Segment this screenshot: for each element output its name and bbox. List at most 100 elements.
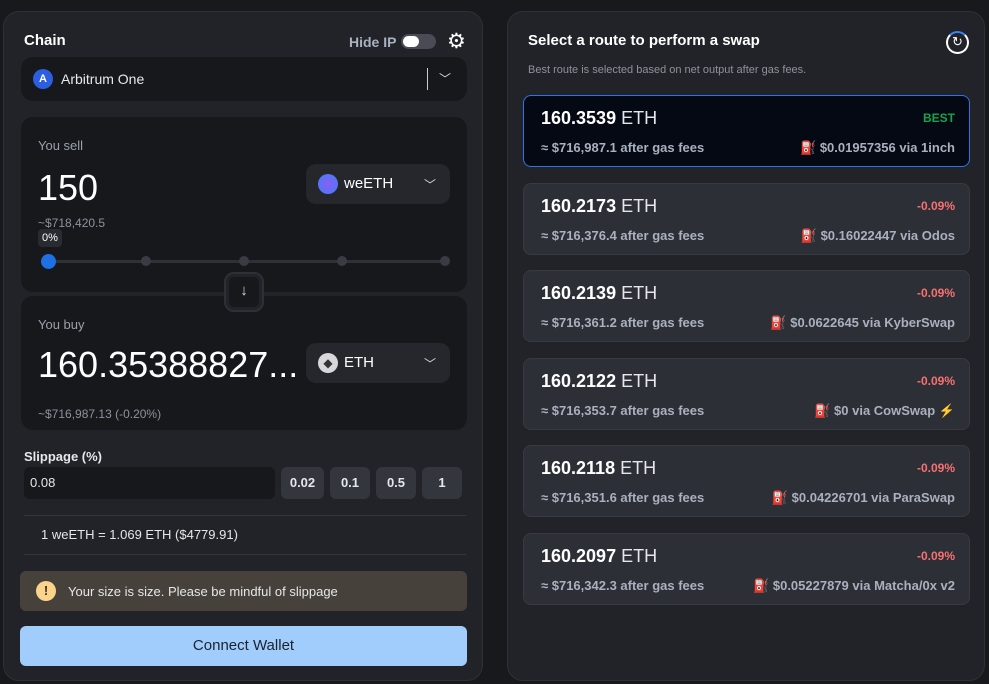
route-via: $0.05227879 via Matcha/0x v2 (772, 578, 955, 593)
route-via: $0.16022447 via Odos (820, 227, 955, 243)
slippage-warning: ! Your size is size. Please be mindful o… (20, 571, 467, 611)
slippage-input[interactable]: 0.08 (24, 467, 275, 499)
route-gas: ⛽ $0 via CowSwap ⚡ (814, 403, 955, 419)
buy-amount: 160.35388827... (38, 344, 299, 385)
route-tag: -0.09% (916, 549, 955, 563)
gas-pump-icon: ⛽ (814, 402, 831, 418)
connect-wallet-button[interactable]: Connect Wallet (20, 626, 467, 666)
route-card[interactable]: 160.2173 ETH -0.09% ≈ $716,376.4 after g… (523, 182, 970, 255)
route-via: $0.04226701 via ParaSwap (791, 490, 955, 506)
sell-usd: ~$718,420.5 (38, 216, 106, 230)
route-card[interactable]: 160.2139 ETH -0.09% ≈ $716,361.2 after g… (523, 270, 970, 343)
route-usd: ≈ $716,361.2 after gas fees (541, 315, 705, 331)
route-gas: ⛽ $0.0622645 via KyberSwap (770, 315, 955, 331)
route-gas: ⛽ $0.05227879 via Matcha/0x v2 (753, 578, 955, 594)
swap-panel: Chain Hide IP ⚙ A Arbitrum One ﹀ You sel… (3, 11, 483, 681)
slider-mark-25[interactable] (141, 256, 151, 266)
route-tag: -0.09% (916, 286, 955, 301)
slippage-preset-0.1[interactable]: 0.1 (330, 467, 370, 499)
route-amount-value: 160.2173 (541, 195, 617, 216)
hide-ip-label: Hide IP (349, 34, 397, 50)
route-amount-value: 160.2139 (541, 283, 617, 304)
chevron-down-icon: ﹀ (439, 72, 452, 86)
route-usd: ≈ $716,342.3 after gas fees (541, 578, 705, 593)
route-card[interactable]: 160.3539 ETH BEST ≈ $716,987.1 after gas… (523, 95, 970, 167)
slider-tooltip: 0% (38, 229, 62, 247)
chain-label: Chain (24, 32, 66, 49)
refresh-icon[interactable]: ↻ (946, 31, 969, 54)
route-usd: ≈ $716,376.4 after gas fees (541, 227, 705, 243)
slippage-preset-0.5[interactable]: 0.5 (376, 467, 416, 499)
route-amount: 160.2097 ETH (541, 546, 657, 567)
route-usd: ≈ $716,351.6 after gas fees (541, 490, 705, 506)
buy-box: You buy 160.35388827... ◆ ETH ﹀ ~$716,98… (21, 296, 467, 430)
warning-text: Your size is size. Please be mindful of … (68, 584, 338, 599)
slider-mark-50[interactable] (239, 256, 249, 266)
divider (24, 554, 466, 555)
route-gas: ⛽ $0.01957356 via 1inch (800, 140, 955, 156)
hide-ip-toggle[interactable] (401, 34, 436, 49)
gas-pump-icon: ⛽ (753, 578, 770, 593)
sell-token-select[interactable]: weETH ﹀ (306, 164, 450, 204)
route-amount: 160.2139 ETH (541, 283, 657, 304)
gear-icon[interactable]: ⚙ (447, 29, 466, 54)
route-via: $0.01957356 via 1inch (819, 140, 955, 155)
route-gas: ⛽ $0.16022447 via Odos (801, 228, 955, 244)
slider-mark-75[interactable] (337, 256, 347, 266)
route-amount: 160.2118 ETH (541, 458, 656, 479)
buy-token-name: ETH (344, 354, 374, 371)
divider (24, 515, 466, 516)
gas-pump-icon: ⛽ (800, 227, 817, 243)
slider-mark-100[interactable] (440, 256, 450, 266)
gas-pump-icon: ⛽ (771, 490, 789, 506)
sell-box: You sell 150 weETH ﹀ ~$718,420.5 0% (21, 117, 467, 292)
eth-icon: ◆ (318, 353, 338, 373)
route-tag: -0.09% (916, 198, 955, 213)
route-card[interactable]: 160.2122 ETH -0.09% ≈ $716,353.7 after g… (523, 357, 970, 430)
warning-icon: ! (36, 581, 56, 601)
chevron-down-icon: ﹀ (424, 178, 437, 192)
route-unit: ETH (621, 195, 658, 216)
sell-amount-input[interactable]: 150 (38, 167, 98, 209)
route-amount: 160.2122 ETH (541, 371, 657, 392)
slippage-preset-0.02[interactable]: 0.02 (281, 467, 324, 499)
chevron-down-icon: ﹀ (424, 357, 437, 371)
sell-token-name: weETH (344, 175, 394, 192)
route-usd: ≈ $716,987.1 after gas fees (541, 140, 705, 155)
slippage-label: Slippage (%) (24, 449, 103, 464)
route-via: $0 via CowSwap (834, 402, 936, 418)
gas-pump-icon: ⛽ (800, 140, 817, 155)
route-tag: BEST (922, 111, 955, 125)
divider (427, 68, 428, 90)
slippage-preset-1[interactable]: 1 (422, 467, 462, 499)
swap-direction-button[interactable]: ↓ (224, 272, 264, 312)
route-unit: ETH (620, 458, 657, 479)
route-card[interactable]: 160.2118 ETH -0.09% ≈ $716,351.6 after g… (523, 445, 970, 518)
route-amount-value: 160.2118 (541, 458, 616, 479)
buy-usd: ~$716,987.13 (-0.20%) (38, 407, 162, 421)
route-card[interactable]: 160.2097 ETH -0.09% ≈ $716,342.3 after g… (523, 533, 970, 605)
route-unit: ETH (621, 370, 658, 391)
route-amount: 160.3539 ETH (541, 108, 657, 129)
route-gas: ⛽ $0.04226701 via ParaSwap (772, 490, 955, 506)
chain-select[interactable]: A Arbitrum One ﹀ (21, 57, 467, 101)
route-amount-value: 160.3539 (541, 108, 617, 128)
arbitrum-icon: A (33, 69, 53, 89)
weeth-icon (318, 174, 338, 194)
route-via: $0.0622645 via KyberSwap (790, 315, 955, 331)
slider-thumb[interactable] (41, 254, 56, 269)
exchange-rate: 1 weETH = 1.069 ETH ($4779.91) (41, 527, 238, 542)
route-amount-value: 160.2122 (541, 370, 617, 391)
routes-panel: Select a route to perform a swap ↻ Best … (507, 11, 985, 681)
chain-name: Arbitrum One (61, 71, 145, 87)
buy-token-select[interactable]: ◆ ETH ﹀ (306, 343, 450, 383)
route-unit: ETH (621, 546, 658, 566)
route-amount-value: 160.2097 (541, 546, 617, 566)
route-tag: -0.09% (916, 373, 955, 388)
gas-pump-icon: ⛽ (770, 315, 787, 331)
routes-title: Select a route to perform a swap (528, 32, 760, 49)
route-unit: ETH (621, 283, 658, 304)
route-tag: -0.09% (916, 461, 955, 476)
route-usd: ≈ $716,353.7 after gas fees (541, 402, 705, 418)
routes-subtitle: Best route is selected based on net outp… (528, 64, 807, 76)
